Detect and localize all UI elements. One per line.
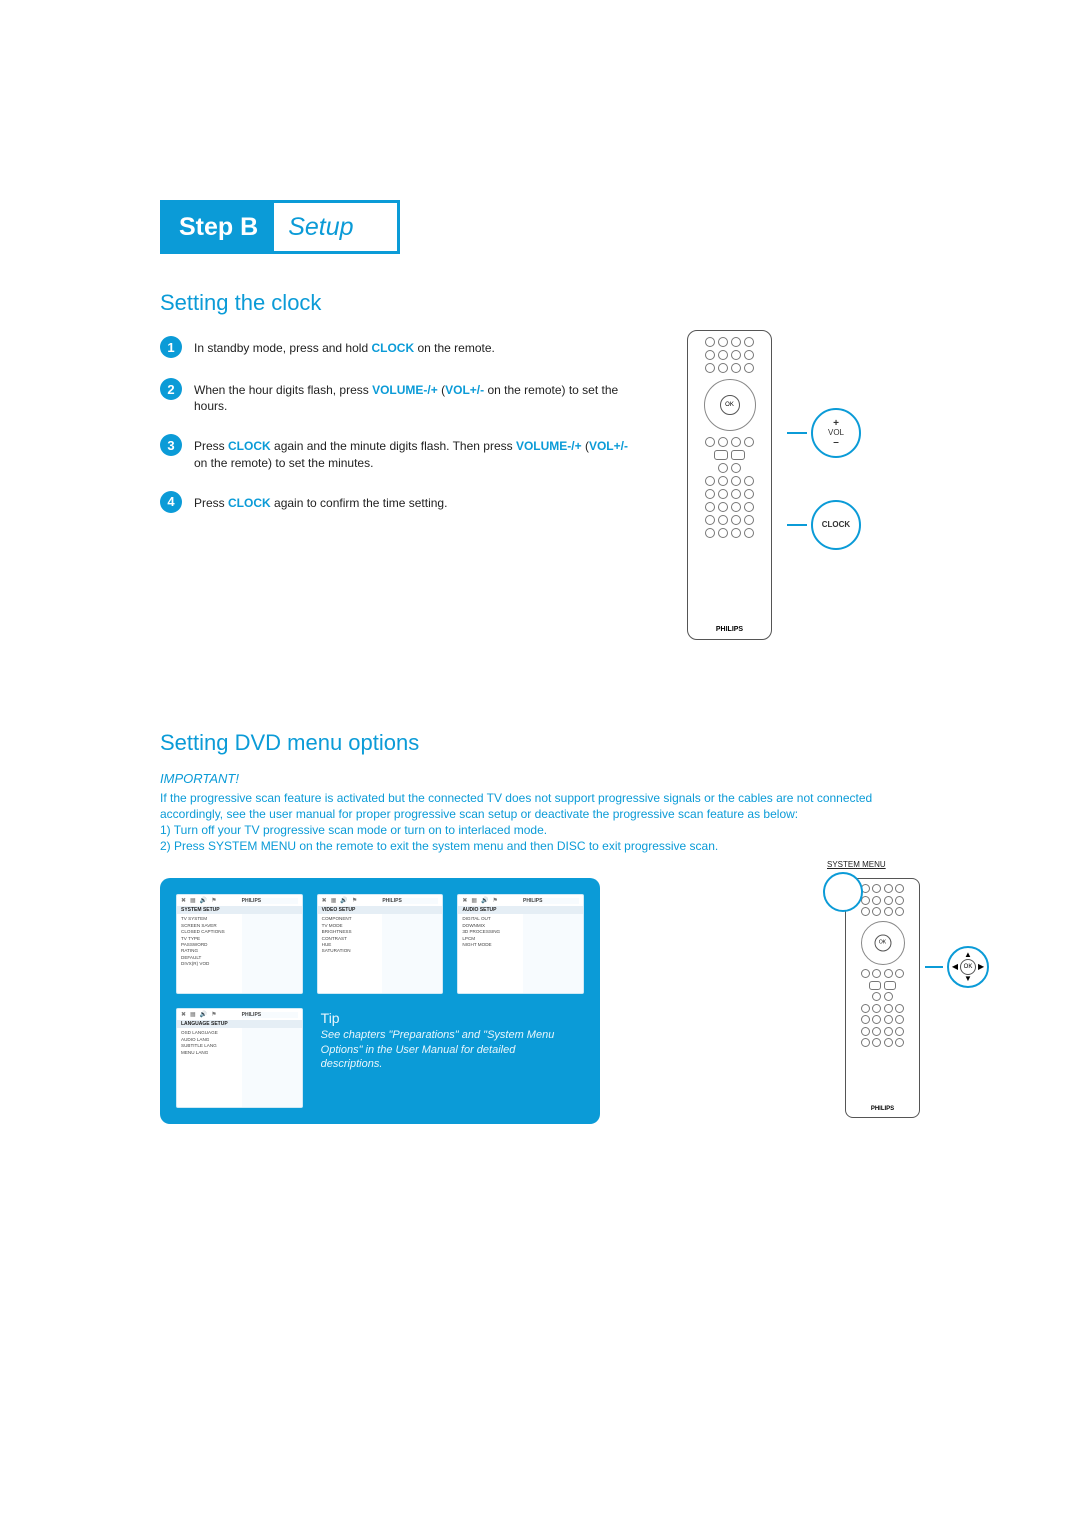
list-item: SATURATION [322,948,379,954]
ok-button-icon: OK [874,934,891,951]
list-item: MENU LANG [181,1050,238,1056]
step-badge-2: 2 [160,378,182,400]
warn-line-1: If the progressive scan feature is activ… [160,791,872,821]
tip-text: See chapters "Preparations" and "System … [321,1028,580,1071]
dvd-lower-area: ✖▦🔊⚑PHILIPS SYSTEM SETUP TV SYSTEM SCREE… [160,854,920,1124]
list-item: NIGHT MODE [462,942,519,948]
step-2: 2 When the hour digits flash, press VOLU… [160,372,640,414]
step-header: Step B Setup [160,200,400,254]
clock-callout: CLOCK [787,500,861,550]
remote-diagram: OK PHILIPS + VOL – [687,330,817,640]
step-1: 1 In standby mode, press and hold CLOCK … [160,330,640,358]
tool-icon: ✖ [181,897,186,904]
setup-label: Setup [274,203,367,251]
clock-area: 1 In standby mode, press and hold CLOCK … [160,330,920,640]
important-label: IMPORTANT! [160,770,920,788]
clock-steps: 1 In standby mode, press and hold CLOCK … [160,330,640,640]
section-title-clock: Setting the clock [160,290,920,316]
remote-control-icon: OK PHILIPS [687,330,772,640]
manual-page: Step B Setup Setting the clock 1 In stan… [0,0,1080,1527]
warn-line-2: 1) Turn off your TV progressive scan mod… [160,823,547,837]
flag-icon: ⚑ [211,897,216,904]
ok-callout: ▲ ◀ OK ▶ ▼ [925,946,989,988]
system-menu-callout [823,872,863,912]
step-4: 4 Press CLOCK again to confirm the time … [160,485,640,513]
system-items: TV SYSTEM SCREEN SAVER CLOSED CAPTIONS T… [177,914,242,993]
step-text-4: Press CLOCK again to confirm the time se… [194,485,447,511]
step-text-2: When the hour digits flash, press VOLUME… [194,372,640,414]
vol-callout: + VOL – [787,408,861,458]
section-title-dvd: Setting DVD menu options [160,730,920,756]
system-menu-label: SYSTEM MENU [827,860,886,869]
screen-system-setup: ✖▦🔊⚑PHILIPS SYSTEM SETUP TV SYSTEM SCREE… [176,894,303,994]
vol-label: VOL [828,429,844,438]
tip-box: Tip See chapters "Preparations" and "Sys… [317,1008,584,1108]
grid-icon: ▦ [190,897,196,904]
step-text-3: Press CLOCK again and the minute digits … [194,428,640,470]
arrow-down-icon: ▼ [964,975,972,983]
screen-audio-setup: ✖▦🔊⚑PHILIPS AUDIO SETUP DIGITAL OUT DOWN… [457,894,584,994]
dvd-warning: IMPORTANT! If the progressive scan featu… [160,770,920,854]
list-item: DIVX(R) VOD [181,961,238,967]
step-badge-4: 4 [160,491,182,513]
step-badge-3: 3 [160,434,182,456]
menu-screens-panel: ✖▦🔊⚑PHILIPS SYSTEM SETUP TV SYSTEM SCREE… [160,878,600,1124]
warn-line-3: 2) Press SYSTEM MENU on the remote to ex… [160,839,718,853]
arrow-left-icon: ◀ [952,963,958,971]
tip-title: Tip [321,1010,580,1026]
step-badge-1: 1 [160,336,182,358]
remote-control-icon: OK PHILIPS [845,878,920,1118]
clock-label: CLOCK [811,500,861,550]
step-label: Step B [163,203,274,251]
ok-button-icon: OK [960,959,976,975]
step-text-1: In standby mode, press and hold CLOCK on… [194,330,495,356]
screen-language-setup: ✖▦🔊⚑PHILIPS LANGUAGE SETUP OSD LANGUAGE … [176,1008,303,1108]
speaker-icon: 🔊 [200,897,207,904]
brand-label: PHILIPS [716,626,743,633]
plus-icon: + [833,418,839,429]
minus-icon: – [833,437,839,448]
arrow-up-icon: ▲ [964,951,972,959]
step-3: 3 Press CLOCK again and the minute digit… [160,428,640,470]
screen-video-setup: ✖▦🔊⚑PHILIPS VIDEO SETUP COMPONENT TV MOD… [317,894,444,994]
ok-button-icon: OK [720,395,740,415]
brand-label: PHILIPS [871,1106,894,1112]
remote-diagram-2: SYSTEM MENU OK PHILIPS ▲ [845,878,920,1118]
arrow-right-icon: ▶ [978,963,984,971]
